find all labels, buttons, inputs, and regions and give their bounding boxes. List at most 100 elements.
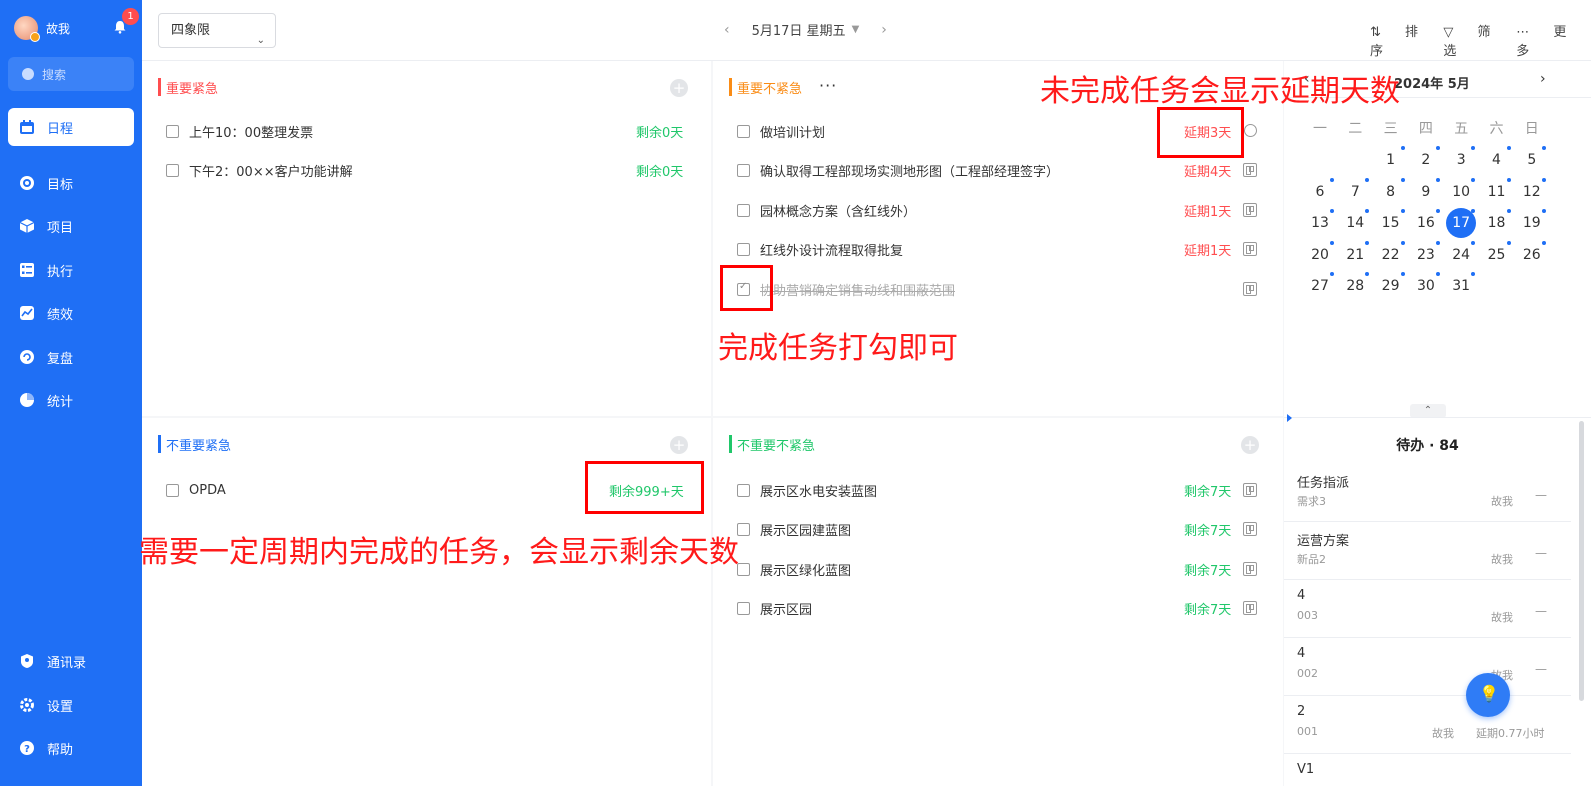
- calendar-day[interactable]: 19: [1517, 208, 1547, 238]
- view-select[interactable]: 四象限 ⌄: [158, 13, 276, 48]
- current-date[interactable]: 5月17日 星期五: [752, 20, 846, 39]
- sidebar-item-settings[interactable]: 设置: [8, 686, 134, 724]
- scrollbar[interactable]: [1579, 421, 1584, 701]
- task-title[interactable]: 园林概念方案（含红线外）: [760, 201, 916, 220]
- calendar-day[interactable]: 7: [1340, 177, 1370, 207]
- calendar-day[interactable]: 10: [1446, 177, 1476, 207]
- task-title[interactable]: 红线外设计流程取得批复: [760, 240, 903, 259]
- kanban-icon[interactable]: [1243, 522, 1257, 536]
- collapse-arrow-icon[interactable]: [1287, 414, 1292, 422]
- task-checkbox[interactable]: [166, 483, 179, 497]
- filter-button[interactable]: ▽ 筛选: [1443, 21, 1496, 59]
- user-profile[interactable]: 故我: [14, 16, 70, 42]
- calendar-day[interactable]: 4: [1482, 145, 1512, 175]
- idea-button[interactable]: [1466, 673, 1510, 717]
- search-input[interactable]: 搜索: [8, 57, 134, 91]
- kanban-icon[interactable]: [1243, 483, 1257, 497]
- calendar-day[interactable]: 20: [1305, 240, 1335, 270]
- task-title[interactable]: 展示区园: [760, 599, 812, 618]
- calendar-day-today[interactable]: 17: [1446, 208, 1477, 239]
- todo-item[interactable]: 4 003 故我 —: [1284, 580, 1571, 638]
- calendar-day[interactable]: 28: [1340, 271, 1370, 301]
- calendar-day[interactable]: 15: [1376, 208, 1406, 238]
- task-item[interactable]: 做培训计划: [737, 121, 825, 141]
- calendar-day[interactable]: 21: [1340, 240, 1370, 270]
- calendar-day[interactable]: 14: [1340, 208, 1370, 238]
- task-title[interactable]: 确认取得工程部现场实测地形图（工程部经理签字）: [760, 161, 1059, 180]
- task-item[interactable]: 展示区园建蓝图: [737, 519, 851, 539]
- collapse-calendar-icon[interactable]: ⌃: [1410, 404, 1446, 418]
- next-date-icon[interactable]: ›: [881, 22, 887, 38]
- add-task-button[interactable]: +: [1241, 436, 1259, 454]
- todo-item[interactable]: 任务指派 需求3 故我 —: [1284, 464, 1571, 522]
- task-title[interactable]: 上午10：00整理发票: [189, 122, 313, 141]
- calendar-day[interactable]: 6: [1305, 177, 1335, 207]
- task-item[interactable]: 确认取得工程部现场实测地形图（工程部经理签字）: [737, 160, 1059, 180]
- task-item[interactable]: 下午2：00××客户功能讲解: [166, 160, 353, 180]
- task-checkbox[interactable]: [737, 601, 750, 615]
- calendar-next-icon[interactable]: ›: [1540, 71, 1546, 87]
- calendar-day[interactable]: 25: [1482, 240, 1512, 270]
- task-title[interactable]: OPDA: [189, 483, 226, 498]
- task-title[interactable]: 做培训计划: [760, 122, 825, 141]
- calendar-day[interactable]: 2: [1411, 145, 1441, 175]
- task-title[interactable]: 展示区水电安装蓝图: [760, 481, 877, 500]
- calendar-day[interactable]: 9: [1411, 177, 1441, 207]
- task-checkbox[interactable]: [166, 124, 179, 138]
- task-checkbox[interactable]: [737, 242, 750, 256]
- calendar-day[interactable]: 8: [1376, 177, 1406, 207]
- calendar-day[interactable]: 29: [1376, 271, 1406, 301]
- calendar-day[interactable]: 12: [1517, 177, 1547, 207]
- todo-item[interactable]: 运营方案 新品2 故我 —: [1284, 522, 1571, 580]
- avatar[interactable]: [14, 16, 40, 42]
- sidebar-item-statistics[interactable]: 统计: [8, 381, 134, 419]
- sidebar-item-performance[interactable]: 绩效: [8, 294, 134, 332]
- task-item[interactable]: 上午10：00整理发票: [166, 121, 313, 141]
- more-button[interactable]: ⋯ 更多: [1516, 21, 1571, 59]
- more-dots-icon[interactable]: ···: [819, 76, 837, 95]
- calendar-day[interactable]: 5: [1517, 145, 1547, 175]
- calendar-day[interactable]: 22: [1376, 240, 1406, 270]
- calendar-day[interactable]: 18: [1482, 208, 1512, 238]
- add-task-button[interactable]: +: [670, 79, 688, 97]
- calendar-day[interactable]: 23: [1411, 240, 1441, 270]
- calendar-day[interactable]: 31: [1446, 271, 1476, 301]
- calendar-day[interactable]: 30: [1411, 271, 1441, 301]
- sidebar-item-schedule[interactable]: 日程: [8, 108, 134, 146]
- task-item[interactable]: OPDA: [166, 480, 226, 500]
- caret-down-icon[interactable]: ▼: [852, 24, 860, 35]
- task-checkbox[interactable]: [737, 483, 750, 497]
- calendar-day[interactable]: 27: [1305, 271, 1335, 301]
- sidebar-item-goal[interactable]: 目标: [8, 164, 134, 202]
- task-item[interactable]: 展示区园: [737, 598, 812, 618]
- repeat-icon[interactable]: [1244, 124, 1257, 137]
- calendar-day[interactable]: 1: [1376, 145, 1406, 175]
- kanban-icon[interactable]: [1243, 242, 1257, 256]
- calendar-day[interactable]: 24: [1446, 240, 1476, 270]
- task-title[interactable]: 展示区绿化蓝图: [760, 560, 851, 579]
- add-task-button[interactable]: +: [670, 436, 688, 454]
- sort-button[interactable]: ⇅ 排序: [1370, 21, 1423, 59]
- task-title[interactable]: 协助营销确定销售动线和围蔽范围: [760, 280, 955, 299]
- sidebar-item-project[interactable]: 项目: [8, 207, 134, 245]
- task-title[interactable]: 下午2：00××客户功能讲解: [189, 161, 353, 180]
- calendar-day[interactable]: 13: [1305, 208, 1335, 238]
- todo-item[interactable]: 2 001 故我 延期0.77小时: [1284, 696, 1571, 754]
- task-checkbox[interactable]: [737, 124, 750, 138]
- task-item[interactable]: 园林概念方案（含红线外）: [737, 200, 916, 220]
- sidebar-item-execute[interactable]: 执行: [8, 251, 134, 289]
- calendar-day[interactable]: 26: [1517, 240, 1547, 270]
- sidebar-item-contacts[interactable]: 通讯录: [8, 642, 134, 680]
- calendar-day[interactable]: 16: [1411, 208, 1441, 238]
- kanban-icon[interactable]: [1243, 562, 1257, 576]
- task-item[interactable]: 展示区水电安装蓝图: [737, 480, 877, 500]
- prev-date-icon[interactable]: ‹: [724, 22, 730, 38]
- task-checkbox[interactable]: [737, 163, 750, 177]
- calendar-day[interactable]: 3: [1446, 145, 1476, 175]
- calendar-day[interactable]: 11: [1482, 177, 1512, 207]
- task-checkbox[interactable]: [166, 163, 179, 177]
- kanban-icon[interactable]: [1243, 163, 1257, 177]
- task-item[interactable]: 红线外设计流程取得批复: [737, 239, 903, 259]
- kanban-icon[interactable]: [1243, 601, 1257, 615]
- kanban-icon[interactable]: [1243, 282, 1257, 296]
